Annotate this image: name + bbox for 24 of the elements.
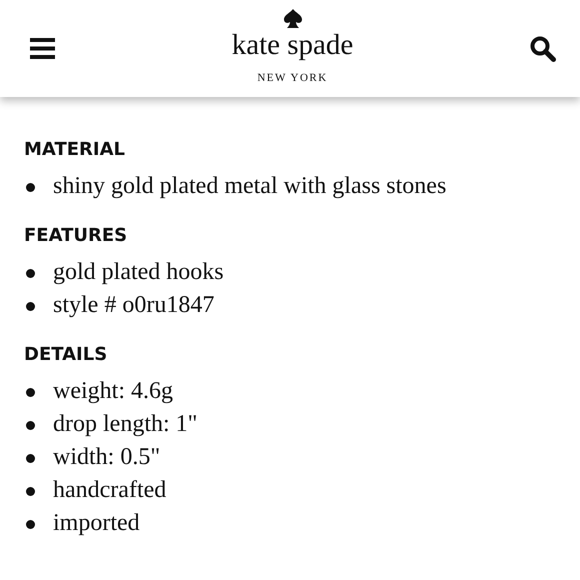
list-item: handcrafted (53, 477, 166, 504)
bullet-icon (26, 454, 35, 463)
list-item: weight: 4.6g (53, 378, 173, 405)
section-heading: DETAILS (24, 344, 108, 365)
bullet-icon (26, 487, 35, 496)
bullet-icon (26, 183, 35, 192)
list-item: drop length: 1" (53, 411, 198, 438)
menu-icon[interactable] (30, 38, 55, 59)
list-item: width: 0.5" (53, 444, 160, 471)
spade-icon (284, 9, 302, 29)
list-item: shiny gold plated metal with glass stones (53, 173, 446, 200)
bullet-icon (26, 388, 35, 397)
search-icon[interactable] (530, 36, 556, 62)
bullet-icon (26, 269, 35, 278)
list-item: style # o0ru1847 (53, 292, 214, 319)
section-heading: MATERIAL (24, 139, 126, 160)
bullet-icon (26, 302, 35, 311)
list-item: gold plated hooks (53, 259, 224, 286)
section-heading: FEATURES (24, 225, 128, 246)
list-item: imported (53, 510, 140, 537)
bullet-icon (26, 520, 35, 529)
brand-logo[interactable]: kate spade (232, 31, 354, 60)
bullet-icon (26, 421, 35, 430)
brand-tagline: NEW YORK (257, 72, 328, 84)
